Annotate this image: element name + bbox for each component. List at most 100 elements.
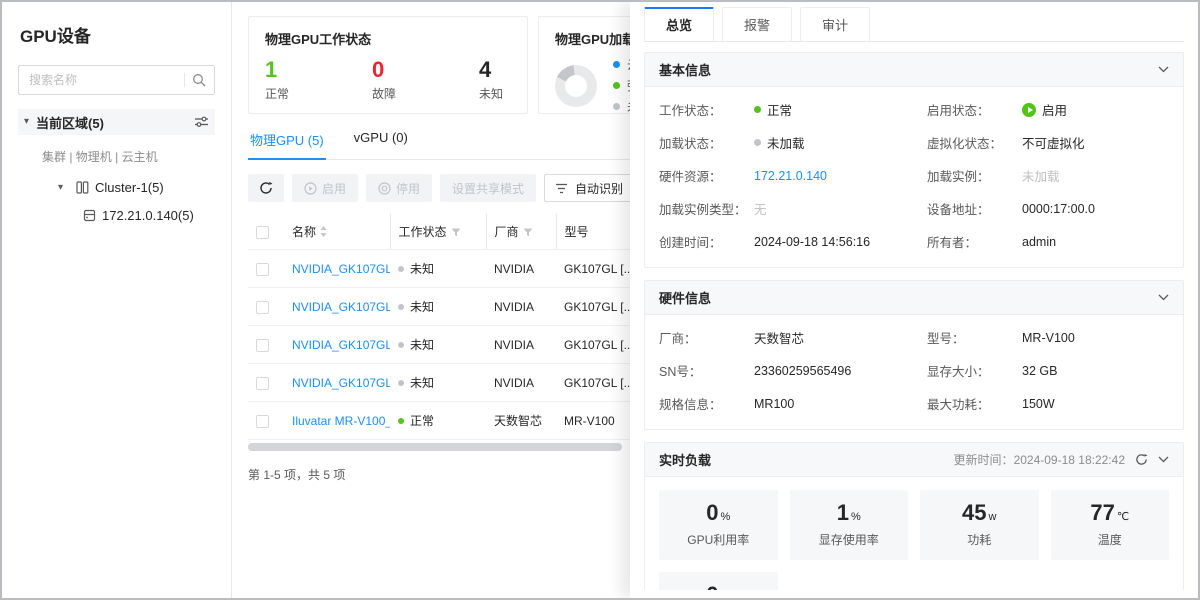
funnel-icon[interactable] xyxy=(451,228,461,237)
sort-icon[interactable] xyxy=(320,226,327,237)
filter-lines-icon xyxy=(555,183,568,194)
update-time: 更新时间：2024-09-18 18:22:42 xyxy=(954,451,1125,468)
refresh-button[interactable] xyxy=(248,174,284,202)
tree-type-links[interactable]: 集群 | 物理机 | 云主机 xyxy=(42,148,215,165)
realtime-load-header[interactable]: 实时负载 更新时间：2024-09-18 18:22:42 xyxy=(645,443,1183,477)
region-label: 当前区域(5) xyxy=(36,113,104,132)
metric-gpu-util: 0% GPU利用率 xyxy=(659,490,778,560)
stat-normal: 1 正常 xyxy=(265,58,289,102)
horizontal-scrollbar[interactable] xyxy=(248,443,622,451)
field-vendor: 厂商： 天数智芯 xyxy=(659,321,901,354)
field-virtualization-status: 虚拟化状态： 不可虚拟化 xyxy=(927,126,1169,159)
gpu-device-screen: GPU设备 ▾ 当前区域(5) 集群 | 物理机 | 云主机 ▾ Cluster… xyxy=(0,0,1200,600)
metric-fan-speed: 0% 风扇转速 xyxy=(659,572,778,590)
status-badge: 未知 xyxy=(398,336,478,353)
gpu-list-area: 物理GPU工作状态 1 正常 0 故障 4 未知 xyxy=(232,2,630,598)
field-vram-size: 显存大小： 32 GB xyxy=(927,354,1169,387)
table-header-row: 名称 工作状态 厂商 型号 xyxy=(248,214,630,250)
column-header-name[interactable]: 名称 xyxy=(284,214,390,250)
disable-button[interactable]: 停用 xyxy=(366,174,432,202)
load-distribution-card-title: 物理GPU加载分布 xyxy=(555,29,630,48)
host-link[interactable]: 172.21.0.140 xyxy=(754,169,827,183)
search-divider xyxy=(184,73,185,87)
search-icon[interactable] xyxy=(192,73,206,87)
legend-item: 云主机 xyxy=(613,56,630,73)
search-input[interactable] xyxy=(27,72,180,88)
basic-info-header[interactable]: 基本信息 xyxy=(645,53,1183,87)
share-mode-button[interactable]: 设置共享模式 xyxy=(440,174,536,202)
work-status-card: 物理GPU工作状态 1 正常 0 故障 4 未知 xyxy=(248,16,528,114)
metric-cards: 0% GPU利用率 1% 显存使用率 45w 功耗 77℃ 温度 xyxy=(645,477,1183,590)
overview-cards: 物理GPU工作状态 1 正常 0 故障 4 未知 xyxy=(248,16,630,114)
vendor-cell: 天数智芯 xyxy=(486,402,556,440)
field-create-time: 创建时间： 2024-09-18 14:56:16 xyxy=(659,225,901,258)
hardware-info-section: 硬件信息 厂商： 天数智芯 型号： MR-V100 SN号： 233602595… xyxy=(644,280,1184,430)
detail-tabs: 总览 报警 审计 xyxy=(644,7,1184,42)
sidebar: GPU设备 ▾ 当前区域(5) 集群 | 物理机 | 云主机 ▾ Cluster… xyxy=(2,2,232,598)
table-toolbar: 启用 停用 设置共享模式 自动识别 xyxy=(248,174,630,202)
metric-temperature: 77℃ 温度 xyxy=(1051,490,1170,560)
gpu-name-link[interactable]: NVIDIA_GK107GL ... xyxy=(292,338,390,352)
model-cell: GK107GL [... xyxy=(556,250,630,288)
select-all-checkbox[interactable] xyxy=(256,226,269,239)
gpu-name-link[interactable]: Iluvatar MR-V100_... xyxy=(292,414,390,428)
row-checkbox[interactable] xyxy=(256,301,269,314)
row-checkbox[interactable] xyxy=(256,415,269,428)
column-header-status[interactable]: 工作状态 xyxy=(390,214,486,250)
column-header-model[interactable]: 型号 xyxy=(556,214,630,250)
work-status-card-title: 物理GPU工作状态 xyxy=(265,29,511,48)
legend-item: 未加载 xyxy=(613,98,630,115)
tab-physical-gpu[interactable]: 物理GPU (5) xyxy=(248,130,326,160)
row-checkbox[interactable] xyxy=(256,263,269,276)
sidebar-item-cluster[interactable]: ▾ Cluster-1(5) xyxy=(58,180,215,195)
cluster-label: Cluster-1(5) xyxy=(95,180,164,195)
field-work-status: 工作状态： 正常 xyxy=(659,93,901,126)
funnel-icon[interactable] xyxy=(523,228,533,237)
status-badge: 正常 xyxy=(398,412,478,429)
host-icon xyxy=(83,209,96,222)
realtime-load-section: 实时负载 更新时间：2024-09-18 18:22:42 0% GPU利用率 xyxy=(644,442,1184,590)
pagination-summary: 第 1-5 项，共 5 项 xyxy=(248,466,630,483)
column-header-vendor[interactable]: 厂商 xyxy=(486,214,556,250)
gpu-name-link[interactable]: NVIDIA_GK107GL ... xyxy=(292,262,390,276)
tab-vgpu[interactable]: vGPU (0) xyxy=(352,130,410,159)
chevron-down-icon[interactable] xyxy=(1158,66,1169,73)
status-badge: 未知 xyxy=(398,260,478,277)
tab-overview[interactable]: 总览 xyxy=(644,7,714,41)
hardware-info-header[interactable]: 硬件信息 xyxy=(645,281,1183,315)
model-cell: GK107GL [... xyxy=(556,288,630,326)
metric-power: 45w 功耗 xyxy=(920,490,1039,560)
status-badge: 未知 xyxy=(398,374,478,391)
gpu-table: 名称 工作状态 厂商 型号 NVIDIA_GK107GL ... 未知 NVID… xyxy=(248,214,630,440)
tab-audit[interactable]: 审计 xyxy=(800,7,870,41)
legend-item: 弹性裸金 xyxy=(613,77,630,94)
field-spec-info: 规格信息： MR100 xyxy=(659,387,901,420)
row-checkbox[interactable] xyxy=(256,377,269,390)
chevron-down-icon[interactable] xyxy=(1158,456,1169,463)
gpu-name-link[interactable]: NVIDIA_GK107GL ... xyxy=(292,300,390,314)
recognition-mode-dropdown[interactable]: 自动识别 xyxy=(544,174,630,202)
table-row: NVIDIA_GK107GL ... 未知 NVIDIA GK107GL [..… xyxy=(248,364,630,402)
enable-button[interactable]: 启用 xyxy=(292,174,358,202)
enabled-icon xyxy=(1022,103,1036,117)
stat-fault: 0 故障 xyxy=(372,58,396,102)
field-model: 型号： MR-V100 xyxy=(927,321,1169,354)
tree-region-row[interactable]: ▾ 当前区域(5) xyxy=(18,109,215,135)
table-row: NVIDIA_GK107GL ... 未知 NVIDIA GK107GL [..… xyxy=(248,250,630,288)
chevron-down-icon[interactable] xyxy=(1158,294,1169,301)
refresh-icon[interactable] xyxy=(1135,453,1148,466)
cluster-icon xyxy=(76,181,89,194)
row-checkbox[interactable] xyxy=(256,339,269,352)
field-device-address: 设备地址： 0000:17:00.0 xyxy=(927,192,1169,225)
metric-vram-usage: 1% 显存使用率 xyxy=(790,490,909,560)
page-title: GPU设备 xyxy=(20,22,215,47)
model-cell: GK107GL [... xyxy=(556,326,630,364)
gpu-type-tabs: 物理GPU (5) vGPU (0) xyxy=(248,130,630,160)
tab-alerts[interactable]: 报警 xyxy=(722,7,792,41)
stat-unknown: 4 未知 xyxy=(479,58,503,102)
sidebar-item-host[interactable]: 172.21.0.140(5) xyxy=(83,208,215,223)
gpu-name-link[interactable]: NVIDIA_GK107GL ... xyxy=(292,376,390,390)
field-load-instance: 加载实例： 未加载 xyxy=(927,159,1169,192)
sliders-filter-icon[interactable] xyxy=(194,115,209,129)
table-row: Iluvatar MR-V100_... 正常 天数智芯 MR-V100 xyxy=(248,402,630,440)
